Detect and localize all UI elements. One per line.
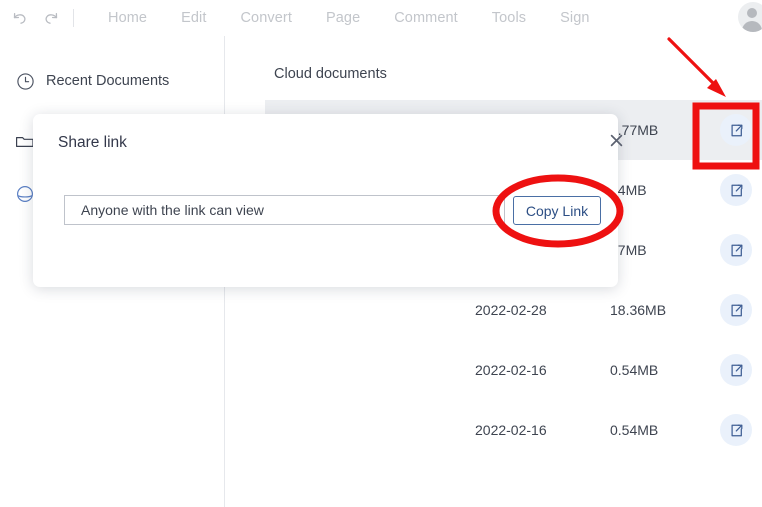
share-icon[interactable]: [720, 234, 752, 266]
user-avatar-icon[interactable]: [738, 2, 762, 32]
row-date: 2022-02-28: [475, 302, 547, 318]
share-link-value: Anyone with the link can view: [81, 202, 264, 218]
share-link-dialog: Share link Anyone with the link can view…: [33, 114, 622, 287]
sidebar-item-recent-documents[interactable]: Recent Documents: [14, 68, 169, 94]
redo-icon: [44, 12, 57, 24]
main-menu: Home Edit Convert Page Comment Tools Sig…: [91, 10, 607, 26]
dialog-title: Share link: [58, 134, 127, 151]
table-row[interactable]: 2022-02-28 18.36MB: [265, 280, 762, 340]
share-icon[interactable]: [720, 174, 752, 206]
menu-item-page[interactable]: Page: [309, 10, 377, 26]
share-icon[interactable]: [720, 414, 752, 446]
top-toolbar: Home Edit Convert Page Comment Tools Sig…: [0, 0, 762, 36]
table-row[interactable]: 2022-02-16 0.54MB: [265, 400, 762, 460]
menu-item-tools[interactable]: Tools: [475, 10, 543, 26]
menu-item-home[interactable]: Home: [91, 10, 164, 26]
clock-icon: [14, 70, 36, 92]
redo-button[interactable]: [38, 5, 64, 31]
undo-button[interactable]: [6, 5, 32, 31]
copy-link-button[interactable]: Copy Link: [513, 196, 601, 225]
sidebar-item-recent-documents-label: Recent Documents: [46, 73, 170, 89]
table-row[interactable]: 2022-02-16 0.54MB: [265, 340, 762, 400]
row-size: 18.36MB: [610, 302, 667, 318]
row-date: 2022-02-16: [475, 362, 547, 378]
close-icon[interactable]: [605, 129, 627, 151]
row-size: 0.54MB: [610, 362, 659, 378]
page-title: Cloud documents: [274, 66, 387, 82]
share-icon[interactable]: [720, 114, 752, 146]
menu-item-convert[interactable]: Convert: [223, 10, 308, 26]
toolbar-divider: [73, 9, 74, 27]
row-date: 2022-02-16: [475, 422, 547, 438]
share-icon[interactable]: [720, 294, 752, 326]
avatar-head: [747, 8, 757, 18]
undo-icon: [13, 12, 26, 24]
share-link-input[interactable]: Anyone with the link can view: [64, 195, 505, 225]
row-size: 0.54MB: [610, 422, 659, 438]
menu-item-edit[interactable]: Edit: [164, 10, 223, 26]
menu-item-comment[interactable]: Comment: [377, 10, 475, 26]
share-icon[interactable]: [720, 354, 752, 386]
menu-item-sign[interactable]: Sign: [543, 10, 606, 26]
avatar-body: [742, 21, 762, 32]
